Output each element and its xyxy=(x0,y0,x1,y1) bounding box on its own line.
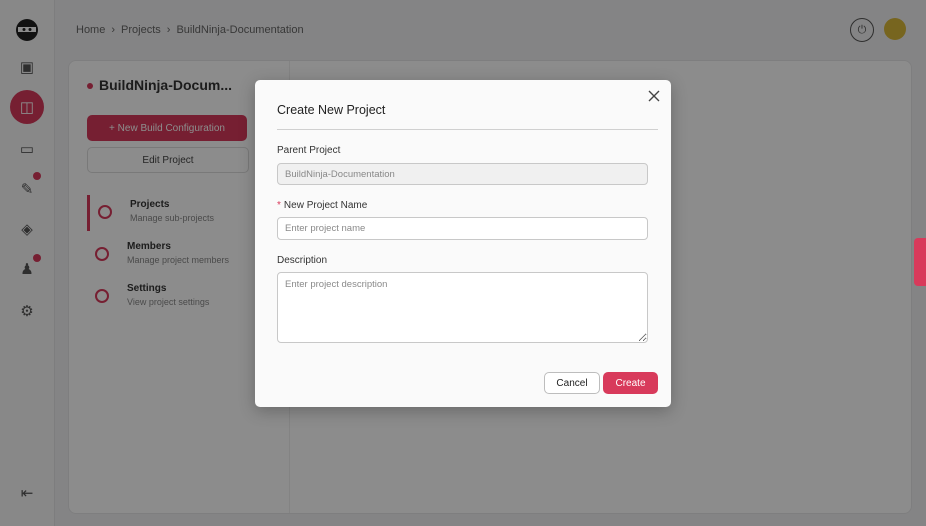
project-name-input[interactable] xyxy=(277,217,648,240)
parent-project-label: Parent Project xyxy=(277,145,341,156)
project-name-label-row: * New Project Name xyxy=(277,200,367,211)
description-textarea[interactable] xyxy=(277,272,648,343)
side-tab[interactable] xyxy=(914,238,926,286)
create-project-dialog: Create New Project Parent Project *New P… xyxy=(255,80,671,407)
description-label: Description xyxy=(277,255,328,266)
required-asterisk: * xyxy=(277,200,281,211)
dialog-title: Create New Project xyxy=(277,103,386,117)
parent-project-field xyxy=(277,163,648,185)
dialog-divider xyxy=(277,129,658,130)
create-button[interactable]: Create xyxy=(603,372,658,394)
cancel-button[interactable]: Cancel xyxy=(544,372,600,394)
project-name-label: New Project Name xyxy=(283,200,368,211)
close-icon[interactable] xyxy=(647,89,661,103)
